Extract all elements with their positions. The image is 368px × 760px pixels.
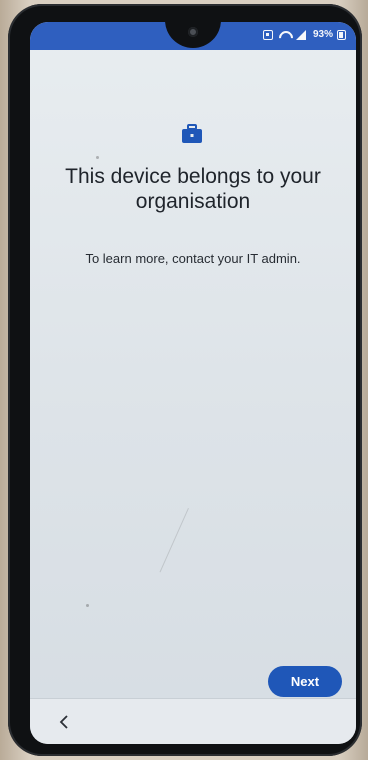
camera-notch: [165, 22, 221, 48]
wifi-icon: [277, 30, 291, 40]
status-bar: 93%: [30, 22, 356, 50]
front-camera-icon: [188, 27, 198, 37]
next-button[interactable]: Next: [268, 666, 342, 697]
navigation-bar: [30, 699, 356, 744]
back-chevron-icon[interactable]: [56, 713, 74, 731]
page-title: This device belongs to your organisation: [65, 165, 321, 213]
briefcase-icon: [182, 124, 202, 143]
signal-icon: [295, 29, 309, 40]
phone-screen: 93% This device belongs to your organisa…: [30, 22, 356, 744]
phone-device: 93% This device belongs to your organisa…: [8, 4, 362, 756]
screen-dust: [96, 156, 99, 159]
sim-icon: [262, 29, 273, 40]
status-icons: 93%: [262, 29, 346, 40]
screen-dust: [86, 604, 89, 607]
setup-content: This device belongs to your organisation…: [30, 50, 356, 698]
screen-scratch: [159, 508, 189, 573]
battery-percentage: 93%: [312, 29, 333, 40]
battery-icon: [337, 29, 346, 40]
page-subtitle: To learn more, contact your IT admin.: [85, 251, 301, 266]
